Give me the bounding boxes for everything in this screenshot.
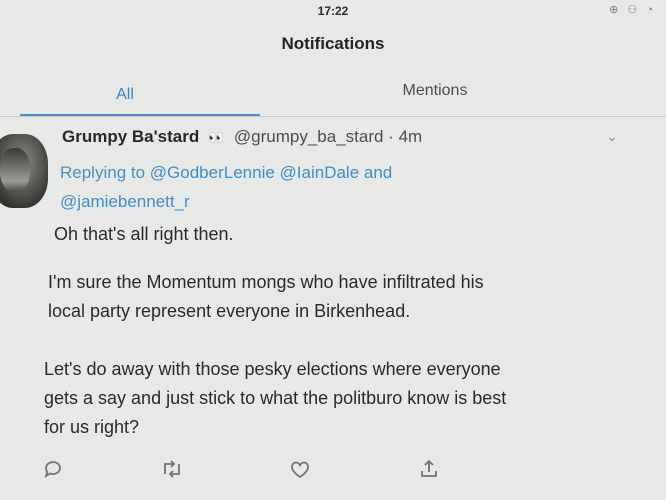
tweet-paragraph-3: Let's do away with those pesky elections… [44, 355, 644, 442]
like-icon[interactable] [288, 458, 312, 480]
retweet-icon[interactable] [160, 458, 184, 480]
tweet-paragraph-3-line1: Let's do away with those pesky elections… [44, 359, 501, 379]
tab-mentions[interactable]: Mentions [360, 82, 510, 100]
share-icon[interactable] [418, 458, 440, 480]
replying-to-label: Replying to [60, 163, 146, 182]
tweet-paragraph-3-line2: gets a say and just stick to what the po… [44, 388, 507, 408]
tweet-paragraph-1: Oh that's all right then. [54, 224, 234, 244]
eyes-emoji: 👀 [207, 130, 226, 145]
tweet-paragraph-3-line3: for us right? [44, 417, 140, 437]
tab-all[interactable]: All [60, 86, 190, 104]
reply-icon[interactable] [42, 458, 64, 480]
avatar-image [0, 148, 30, 192]
page-title: Notifications [281, 34, 385, 53]
tweet-paragraph-2: I'm sure the Momentum mongs who have inf… [48, 268, 608, 326]
replying-to: Replying to @GodberLennie @IainDale and … [60, 158, 500, 216]
tweet-paragraph-2-line1: I'm sure the Momentum mongs who have inf… [48, 272, 484, 292]
reply-mentions-line2[interactable]: @jamiebennett_r [60, 192, 190, 211]
tab-divider [0, 116, 666, 117]
avatar[interactable] [0, 134, 48, 208]
status-bar: 17:22 ⊕ ⚇ ◔ [0, 0, 666, 22]
tweet-header: Grumpy Ba'stard 👀 @grumpy_ba_stard · 4m [62, 127, 422, 147]
display-name[interactable]: Grumpy Ba'stard [62, 127, 199, 146]
status-time: 17:22 [317, 4, 349, 18]
reply-mentions-line1[interactable]: @GodberLennie @IainDale and [150, 163, 392, 182]
handle-and-time: @grumpy_ba_stard · 4m [233, 127, 423, 146]
chevron-down-icon[interactable]: ⌄ [606, 128, 618, 145]
tweet-paragraph-2-line2: local party represent everyone in Birken… [48, 301, 411, 321]
status-icons: ⊕ ⚇ ◔ [609, 4, 656, 16]
